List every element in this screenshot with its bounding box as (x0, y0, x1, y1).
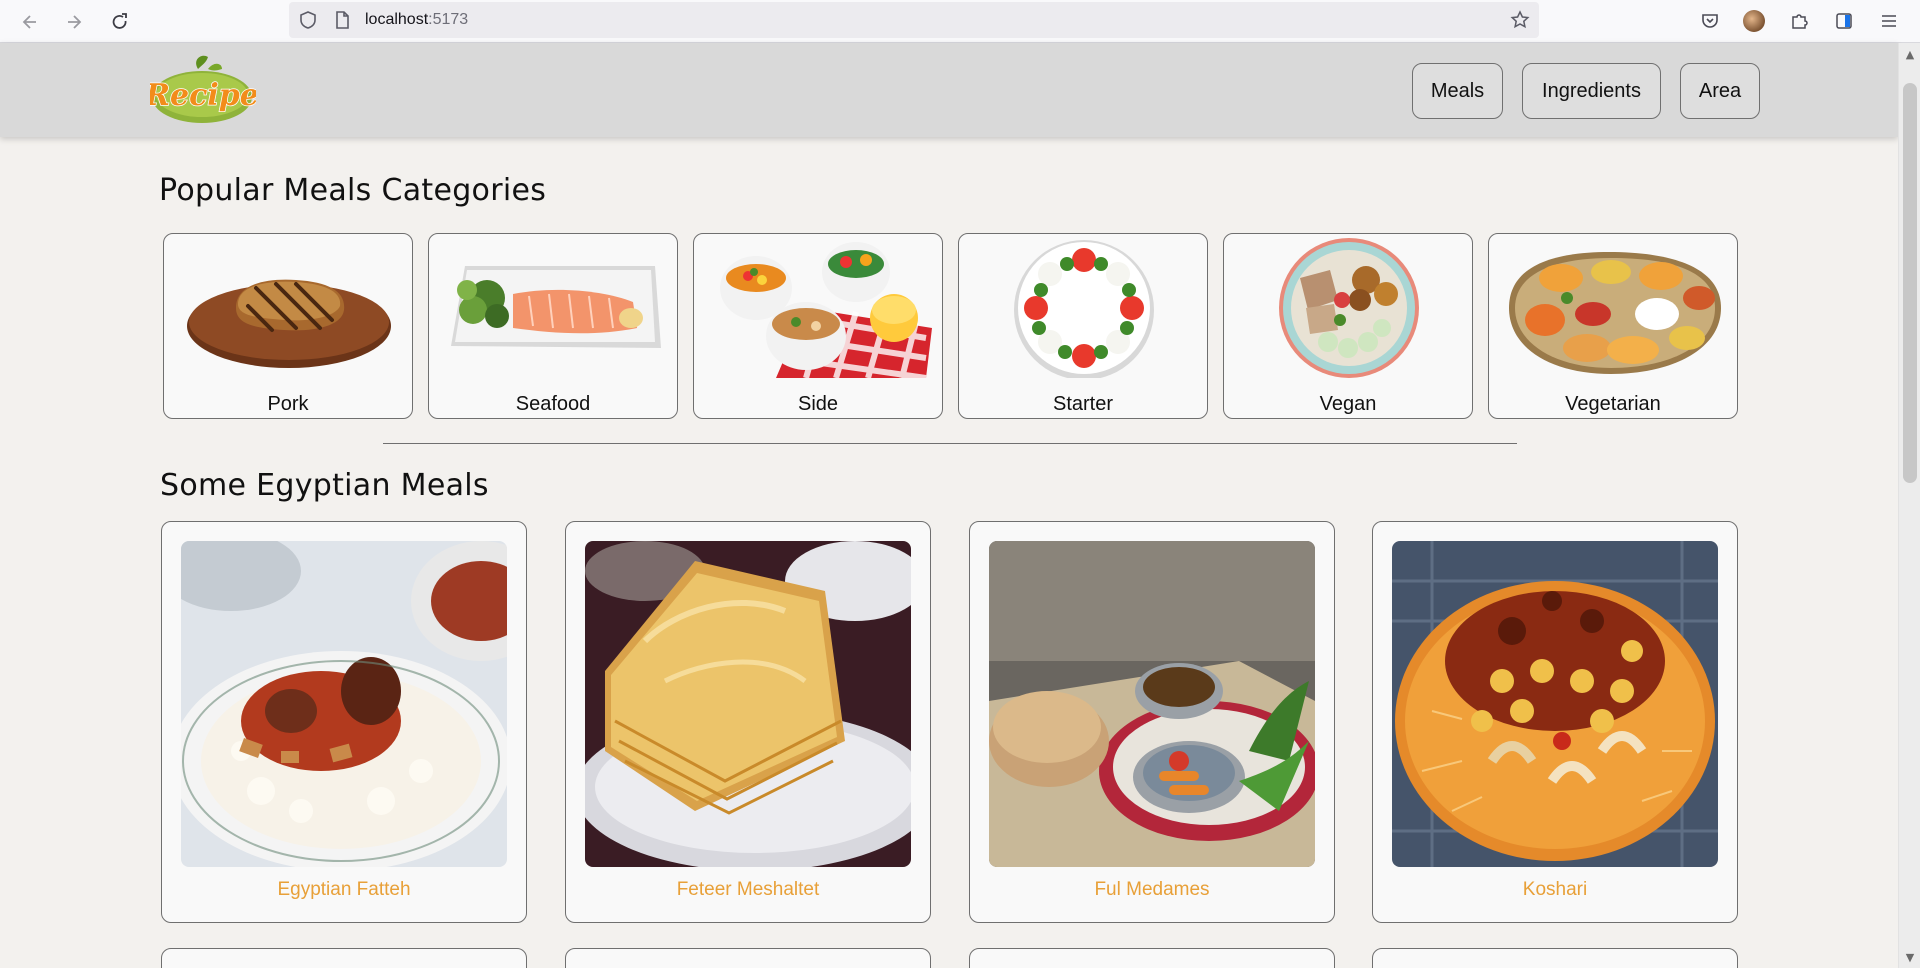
meal-card-egyptian-fatteh[interactable]: Egyptian Fatteh (161, 521, 527, 923)
avatar[interactable] (1739, 6, 1769, 36)
category-card-side[interactable]: Side (693, 233, 943, 419)
seafood-image (451, 266, 661, 348)
scroll-up-icon[interactable]: ▲ (1899, 43, 1920, 65)
page-icon[interactable] (332, 10, 352, 30)
starter-image (1014, 240, 1154, 378)
meal-card[interactable] (161, 948, 527, 968)
meals-section-title: Some Egyptian Meals (160, 468, 489, 503)
logo-text: Recipe (150, 78, 256, 113)
category-card-vegan[interactable]: Vegan (1223, 233, 1473, 419)
category-label: Side (797, 393, 839, 415)
sidebar-icon[interactable] (1829, 6, 1859, 36)
nav-ingredients-button[interactable]: Ingredients (1522, 63, 1661, 119)
category-label: Vegetarian (1565, 393, 1661, 415)
meal-label[interactable]: Egyptian Fatteh (162, 879, 526, 901)
koshari-image (1392, 541, 1718, 867)
category-card-pork[interactable]: Pork (163, 233, 413, 419)
url-host: localhost (365, 11, 429, 28)
pork-image (187, 279, 391, 368)
page-scrollbar[interactable]: ▲ ▼ (1898, 43, 1920, 968)
category-label: Pork (267, 393, 309, 415)
star-icon[interactable] (1510, 10, 1530, 30)
browser-toolbar: localhost:5173 (0, 0, 1920, 43)
forward-arrow-icon[interactable] (58, 6, 90, 38)
recipe-logo[interactable]: Recipe (143, 51, 260, 127)
pocket-icon[interactable] (1695, 6, 1725, 36)
meal-card[interactable] (969, 948, 1335, 968)
side-image (720, 242, 932, 378)
meal-card-koshari[interactable]: Koshari (1372, 521, 1738, 923)
meal-card-ful-medames[interactable]: Ful Medames (969, 521, 1335, 923)
category-card-seafood[interactable]: Seafood (428, 233, 678, 419)
reload-icon[interactable] (104, 6, 136, 38)
category-card-starter[interactable]: Starter (958, 233, 1208, 419)
scrollbar-thumb[interactable] (1903, 83, 1917, 483)
vegetarian-image (1509, 252, 1721, 374)
shield-icon[interactable] (298, 10, 318, 30)
section-divider (383, 443, 1517, 444)
meal-card[interactable] (1372, 948, 1738, 968)
scroll-down-icon[interactable]: ▼ (1899, 946, 1920, 968)
egyptian-fatteh-image (181, 541, 507, 867)
hamburger-menu-icon[interactable] (1874, 6, 1904, 36)
categories-section-title: Popular Meals Categories (159, 173, 547, 208)
puzzle-icon[interactable] (1784, 6, 1814, 36)
meal-label[interactable]: Feteer Meshaltet (566, 879, 930, 901)
site-header: Recipe Meals Ingredients Area (0, 43, 1898, 137)
url-text[interactable]: localhost:5173 (365, 11, 468, 29)
category-card-vegetarian[interactable]: Vegetarian (1488, 233, 1738, 419)
vegan-image (1279, 238, 1419, 378)
category-label: Vegan (1319, 393, 1377, 415)
category-label: Starter (1052, 393, 1114, 415)
category-label: Seafood (515, 393, 591, 415)
feteer-meshaltet-image (585, 541, 911, 867)
nav-area-button[interactable]: Area (1680, 63, 1760, 119)
meal-card-feteer-meshaltet[interactable]: Feteer Meshaltet (565, 521, 931, 923)
meal-card[interactable] (565, 948, 931, 968)
ful-medames-image (989, 541, 1315, 867)
meal-label[interactable]: Ful Medames (970, 879, 1334, 901)
back-arrow-icon[interactable] (14, 6, 46, 38)
url-port: :5173 (428, 11, 469, 28)
meal-label[interactable]: Koshari (1373, 879, 1737, 901)
nav-meals-button[interactable]: Meals (1412, 63, 1503, 119)
address-bar[interactable]: localhost:5173 (289, 2, 1539, 38)
